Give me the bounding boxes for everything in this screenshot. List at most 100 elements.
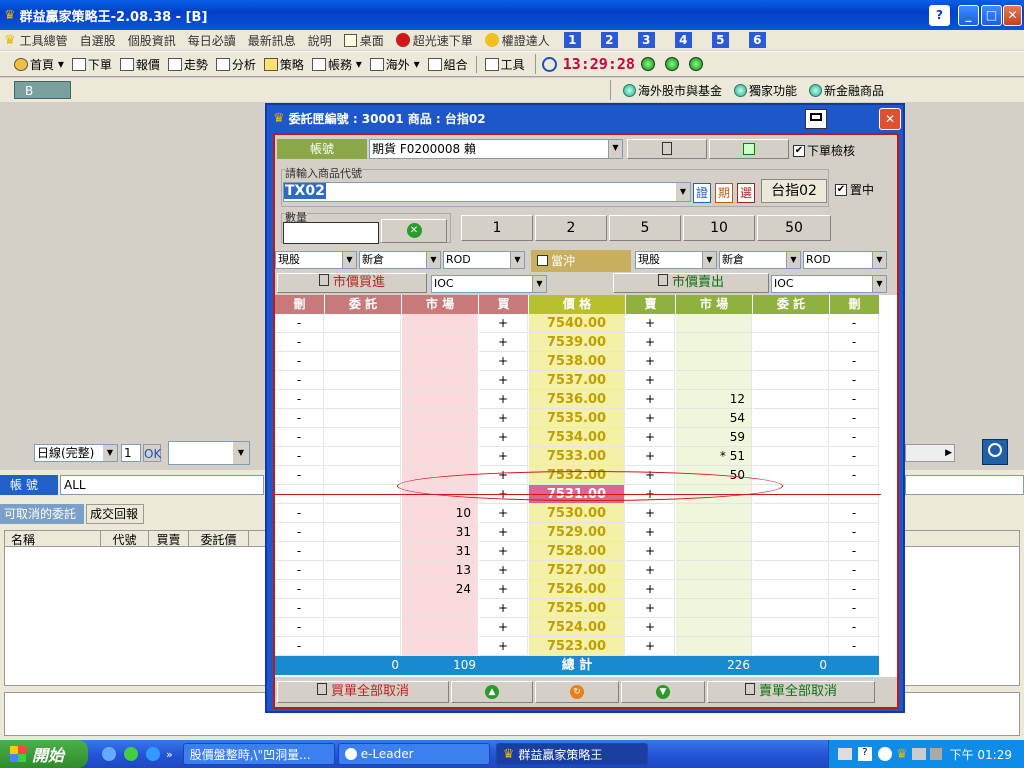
buy-order-cell[interactable] <box>325 409 401 428</box>
price-cell[interactable]: 7525.00 <box>529 599 625 618</box>
status-light-2-icon[interactable] <box>664 57 679 71</box>
keyboard-icon[interactable] <box>837 748 852 760</box>
zoom-icon[interactable] <box>982 439 1008 465</box>
buy-delete-cell[interactable]: - <box>275 561 324 580</box>
buy-plus-button[interactable]: + <box>479 542 528 561</box>
sell-plus-button[interactable]: + <box>626 352 675 371</box>
sell-order-cell[interactable] <box>753 618 829 637</box>
buy-delete-cell[interactable]: - <box>275 428 324 447</box>
sell-tif-select[interactable]: ROD ▼ <box>803 251 887 269</box>
sell-order-cell[interactable] <box>753 523 829 542</box>
col-name[interactable]: 名稱 <box>5 531 101 547</box>
price-cell[interactable]: 7530.00 <box>529 504 625 523</box>
sell-order-cell[interactable] <box>753 428 829 447</box>
buy-order-cell[interactable] <box>325 618 401 637</box>
sell-delete-cell[interactable]: - <box>830 428 879 447</box>
buy-plus-button[interactable]: + <box>479 523 528 542</box>
buy-plus-button[interactable]: + <box>479 314 528 333</box>
toolbar-overseas[interactable]: 海外 ▾ <box>369 56 420 73</box>
new-products-link[interactable]: 新金融商品 <box>809 82 884 99</box>
maximize-button[interactable]: □ <box>981 5 1002 26</box>
task-stock-article[interactable]: 股價盤整時,\"凹洞量... <box>182 743 335 765</box>
sell-order-cell[interactable] <box>753 390 829 409</box>
buy-tif-select[interactable]: ROD ▼ <box>443 251 525 269</box>
task-eleader[interactable]: e-Leader <box>337 743 490 765</box>
help-icon[interactable]: ? <box>857 747 872 761</box>
menu-fast-order[interactable]: 超光速下單 <box>395 32 473 49</box>
market-buy-button[interactable]: 市價買進 <box>277 273 427 293</box>
price-cell[interactable]: 7536.00 <box>529 390 625 409</box>
sell-order-cell[interactable] <box>753 352 829 371</box>
sell-order-cell[interactable] <box>753 637 829 656</box>
sell-plus-button[interactable]: + <box>626 447 675 466</box>
sell-plus-button[interactable]: + <box>626 637 675 656</box>
center-check[interactable]: ✔ 置中 <box>835 181 874 198</box>
price-cell[interactable]: 7534.00 <box>529 428 625 447</box>
toolbar-analysis[interactable]: 分析 <box>215 56 256 73</box>
buy-delete-cell[interactable]: - <box>275 371 324 390</box>
price-cell[interactable]: 7523.00 <box>529 637 625 656</box>
sell-order-cell[interactable] <box>753 409 829 428</box>
buy-order-cell[interactable] <box>325 352 401 371</box>
product-code-input[interactable]: TX02 ▼ <box>283 182 691 202</box>
buy-delete-cell[interactable]: - <box>275 333 324 352</box>
cancel-all-sell-button[interactable]: 賣單全部取消 <box>707 681 875 703</box>
menu-watchlist[interactable]: 自選股 <box>80 32 116 49</box>
buy-order-cell[interactable] <box>325 637 401 656</box>
workspace-2-button[interactable]: 2 <box>600 32 618 48</box>
scroll-down-button[interactable]: ▼ <box>621 681 705 703</box>
price-cell[interactable]: 7535.00 <box>529 409 625 428</box>
sell-delete-cell[interactable]: - <box>830 466 879 485</box>
sell-delete-cell[interactable]: - <box>830 447 879 466</box>
account-select[interactable]: 期貨 F0200008 賴 ▼ <box>369 139 623 159</box>
toolbar-order[interactable]: 下單 <box>71 56 112 73</box>
sell-plus-button[interactable]: + <box>626 409 675 428</box>
scroll-up-button[interactable]: ▲ <box>451 681 533 703</box>
workspace-3-button[interactable]: 3 <box>637 32 655 48</box>
sell-delete-cell[interactable]: - <box>830 352 879 371</box>
buy-delete-cell[interactable]: - <box>275 352 324 371</box>
toolbar-account[interactable]: 帳務 ▾ <box>311 56 362 73</box>
sell-delete-cell[interactable]: - <box>830 371 879 390</box>
workspace-1-button[interactable]: 1 <box>563 32 581 48</box>
toolbar-trend[interactable]: 走勢 <box>167 56 208 73</box>
menu-warrant[interactable]: 權證達人 <box>484 32 550 49</box>
buy-order-cell[interactable] <box>325 428 401 447</box>
minimize-button[interactable]: _ <box>958 5 979 26</box>
close-button[interactable]: ✕ <box>1003 5 1022 26</box>
chevron-more-icon[interactable]: » <box>166 748 173 761</box>
buy-order-cell[interactable] <box>325 333 401 352</box>
buy-delete-cell[interactable]: - <box>275 542 324 561</box>
price-cell[interactable]: 7528.00 <box>529 542 625 561</box>
sell-delete-cell[interactable]: - <box>830 390 879 409</box>
status-light-3-icon[interactable] <box>688 57 703 71</box>
buy-delete-cell[interactable]: - <box>275 637 324 656</box>
buy-order-cell[interactable] <box>325 390 401 409</box>
buy-order-cell[interactable] <box>325 599 401 618</box>
buy-order-cell[interactable] <box>325 580 401 599</box>
sell-order-cell[interactable] <box>753 333 829 352</box>
start-button[interactable]: 開始 <box>0 740 88 768</box>
price-cell[interactable]: 7524.00 <box>529 618 625 637</box>
tray-arrow-icon[interactable] <box>877 747 892 761</box>
sell-plus-button[interactable]: + <box>626 542 675 561</box>
price-cell[interactable]: 7540.00 <box>529 314 625 333</box>
buy-order-cell[interactable] <box>325 371 401 390</box>
buy-delete-cell[interactable]: - <box>275 447 324 466</box>
buy-delete-cell[interactable]: - <box>275 580 324 599</box>
price-cell[interactable]: 7529.00 <box>529 523 625 542</box>
col-code[interactable]: 代號 <box>101 531 149 547</box>
price-cell[interactable]: 7527.00 <box>529 561 625 580</box>
qty-1-button[interactable]: 1 <box>461 215 533 241</box>
buy-order-cell[interactable] <box>325 504 401 523</box>
sell-delete-cell[interactable]: - <box>830 333 879 352</box>
account-filter[interactable]: ALL <box>60 475 264 495</box>
sell-delete-cell[interactable]: - <box>830 637 879 656</box>
refresh-button[interactable] <box>709 139 789 159</box>
buy-order-cell[interactable] <box>325 447 401 466</box>
status-light-1-icon[interactable] <box>640 57 655 71</box>
order-check[interactable]: ✔ 下單檢核 <box>793 142 855 159</box>
sell-plus-button[interactable]: + <box>626 428 675 447</box>
workspace-4-button[interactable]: 4 <box>674 32 692 48</box>
market-sell-button[interactable]: 市價賣出 <box>613 273 769 293</box>
